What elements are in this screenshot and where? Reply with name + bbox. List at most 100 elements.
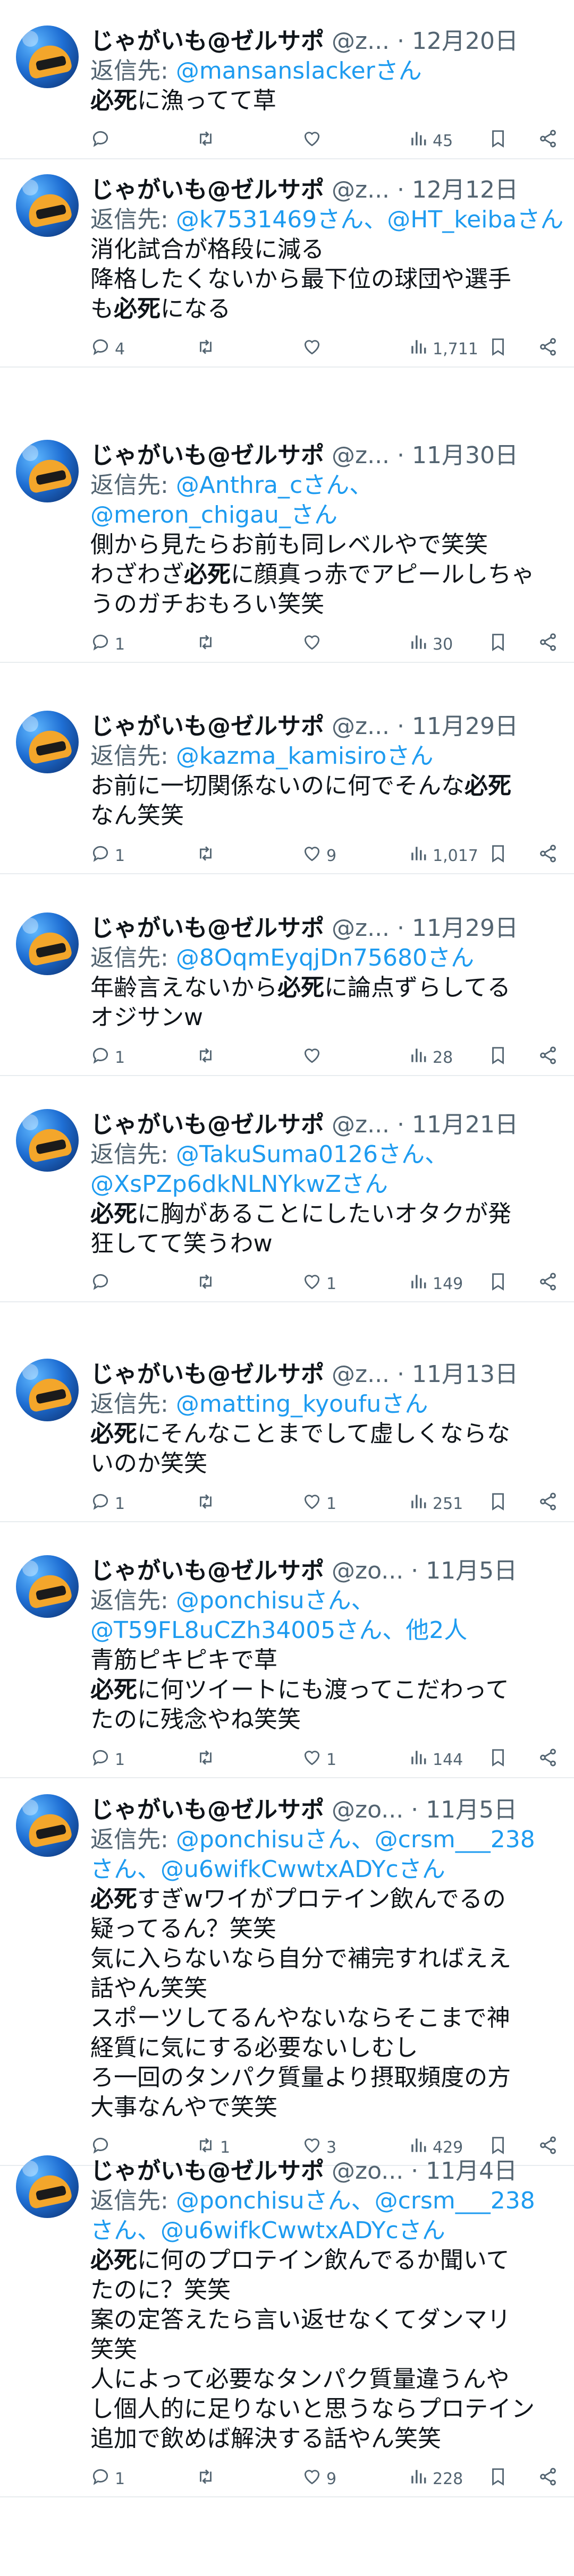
tweet-date[interactable]: · 11月4日: [403, 2157, 517, 2185]
bookmark-button[interactable]: [488, 2466, 508, 2492]
retweet-button[interactable]: [196, 127, 220, 154]
tweet-date[interactable]: · 12月20日: [390, 28, 518, 55]
views-button[interactable]: 28: [408, 1044, 453, 1071]
bookmark-button[interactable]: [488, 1044, 508, 1071]
retweet-button[interactable]: [196, 2466, 220, 2492]
tweet[interactable]: じゃがいも@ゼルサポ @z... · 11月29日 返信先: @kazma_kam…: [0, 696, 574, 874]
tweet[interactable]: じゃがいも@ゼルサポ @z... · 11月13日 返信先: @matting_k…: [0, 1344, 574, 1522]
tweet[interactable]: じゃがいも@ゼルサポ @zo... · 11月4日 返信先: @ponchisuさ…: [0, 2140, 574, 2497]
reply-button[interactable]: 1: [90, 1490, 125, 1517]
reply-mention-link[interactable]: @k7531469さん、@HT_keibaさん: [176, 206, 564, 233]
avatar[interactable]: [16, 2155, 79, 2218]
display-name[interactable]: じゃがいも@ゼルサポ: [90, 1796, 324, 1823]
views-button[interactable]: 1,017: [408, 842, 478, 869]
views-button[interactable]: 149: [408, 1270, 463, 1297]
retweet-button[interactable]: [196, 631, 220, 658]
display-name[interactable]: じゃがいも@ゼルサポ: [90, 2157, 324, 2185]
like-button[interactable]: 9: [302, 2466, 336, 2492]
reply-mention-link[interactable]: @matting_kyoufuさん: [176, 1391, 428, 1418]
reply-button[interactable]: 1: [90, 2466, 125, 2492]
tweet[interactable]: じゃがいも@ゼルサポ @zo... · 11月5日 返信先: @ponchisuさ…: [0, 1540, 574, 1778]
reply-mention-link[interactable]: @meron_chigau_さん: [90, 501, 337, 528]
tweet-date[interactable]: · 11月13日: [390, 1361, 518, 1388]
views-button[interactable]: 30: [408, 631, 453, 658]
share-button[interactable]: [538, 127, 558, 154]
views-button[interactable]: 251: [408, 1490, 463, 1517]
tweet-date[interactable]: · 12月12日: [390, 176, 518, 203]
avatar[interactable]: [16, 174, 79, 237]
reply-button[interactable]: [90, 1270, 115, 1297]
user-handle[interactable]: @z...: [324, 915, 390, 942]
avatar[interactable]: [16, 1794, 79, 1857]
like-button[interactable]: 1: [302, 1490, 336, 1517]
reply-mention-link[interactable]: さん、@u6wifkCwwtxADYcさん: [90, 1856, 445, 1883]
bookmark-button[interactable]: [488, 336, 508, 362]
avatar[interactable]: [16, 25, 79, 88]
user-handle[interactable]: @z...: [324, 28, 390, 55]
avatar[interactable]: [16, 711, 79, 773]
retweet-button[interactable]: [196, 842, 220, 869]
reply-mention-link[interactable]: @mansanslackerさん: [176, 57, 422, 84]
tweet-date[interactable]: · 11月29日: [390, 713, 518, 740]
bookmark-button[interactable]: [488, 631, 508, 658]
reply-mention-link[interactable]: @ponchisuさん、@crsm___238: [176, 2187, 535, 2214]
views-button[interactable]: 45: [408, 127, 453, 154]
like-button[interactable]: 1: [302, 1746, 336, 1773]
display-name[interactable]: じゃがいも@ゼルサポ: [90, 28, 324, 55]
user-handle[interactable]: @zo...: [324, 2157, 403, 2185]
views-button[interactable]: 1,711: [408, 336, 478, 362]
display-name[interactable]: じゃがいも@ゼルサポ: [90, 713, 324, 740]
bookmark-button[interactable]: [488, 1746, 508, 1773]
user-handle[interactable]: @z...: [324, 442, 390, 469]
tweet[interactable]: じゃがいも@ゼルサポ @z... · 11月29日 返信先: @8OqmEyqjD…: [0, 898, 574, 1076]
tweet-date[interactable]: · 11月29日: [390, 915, 518, 942]
user-handle[interactable]: @zo...: [324, 1557, 403, 1584]
like-button[interactable]: 9: [302, 842, 336, 869]
like-button[interactable]: 1: [302, 1270, 336, 1297]
bookmark-button[interactable]: [488, 1270, 508, 1297]
share-button[interactable]: [538, 2466, 558, 2492]
tweet-date[interactable]: · 11月30日: [390, 442, 518, 469]
retweet-button[interactable]: [196, 1270, 220, 1297]
user-handle[interactable]: @z...: [324, 1111, 390, 1138]
views-button[interactable]: 144: [408, 1746, 463, 1773]
tweet-date[interactable]: · 11月5日: [403, 1557, 517, 1584]
retweet-button[interactable]: [196, 1490, 220, 1517]
share-button[interactable]: [538, 631, 558, 658]
views-button[interactable]: 228: [408, 2466, 463, 2492]
avatar[interactable]: [16, 912, 79, 975]
share-button[interactable]: [538, 842, 558, 869]
tweet-date[interactable]: · 11月5日: [403, 1796, 517, 1823]
share-button[interactable]: [538, 1044, 558, 1071]
reply-button[interactable]: 1: [90, 842, 125, 869]
display-name[interactable]: じゃがいも@ゼルサポ: [90, 442, 324, 469]
tweet[interactable]: じゃがいも@ゼルサポ @z... · 12月20日 返信先: @mansansla…: [0, 11, 574, 159]
avatar[interactable]: [16, 1109, 79, 1172]
user-handle[interactable]: @z...: [324, 176, 390, 203]
display-name[interactable]: じゃがいも@ゼルサポ: [90, 915, 324, 942]
retweet-button[interactable]: [196, 336, 220, 362]
like-button[interactable]: [302, 631, 326, 658]
share-button[interactable]: [538, 1746, 558, 1773]
avatar[interactable]: [16, 440, 79, 502]
like-button[interactable]: [302, 1044, 326, 1071]
tweet-date[interactable]: · 11月21日: [390, 1111, 518, 1138]
reply-mention-link[interactable]: @TakuSuma0126さん、: [176, 1141, 448, 1168]
tweet[interactable]: じゃがいも@ゼルサポ @z... · 11月30日 返信先: @Anthra_cさ…: [0, 425, 574, 663]
like-button[interactable]: [302, 127, 326, 154]
bookmark-button[interactable]: [488, 1490, 508, 1517]
retweet-button[interactable]: [196, 1044, 220, 1071]
share-button[interactable]: [538, 1270, 558, 1297]
reply-mention-link[interactable]: @ponchisuさん、@crsm___238: [176, 1826, 535, 1853]
reply-mention-link[interactable]: @kazma_kamisiroさん: [176, 743, 434, 770]
share-button[interactable]: [538, 336, 558, 362]
like-button[interactable]: [302, 336, 326, 362]
user-handle[interactable]: @z...: [324, 1361, 390, 1388]
avatar[interactable]: [16, 1555, 79, 1618]
reply-mention-link[interactable]: @Anthra_cさん、: [176, 472, 373, 499]
display-name[interactable]: じゃがいも@ゼルサポ: [90, 1111, 324, 1138]
reply-mention-link[interactable]: @8OqmEyqjDn75680さん: [176, 944, 474, 971]
tweet[interactable]: じゃがいも@ゼルサポ @zo... · 11月5日 返信先: @ponchisuさ…: [0, 1779, 574, 2166]
reply-button[interactable]: 4: [90, 336, 125, 362]
display-name[interactable]: じゃがいも@ゼルサポ: [90, 1361, 324, 1388]
